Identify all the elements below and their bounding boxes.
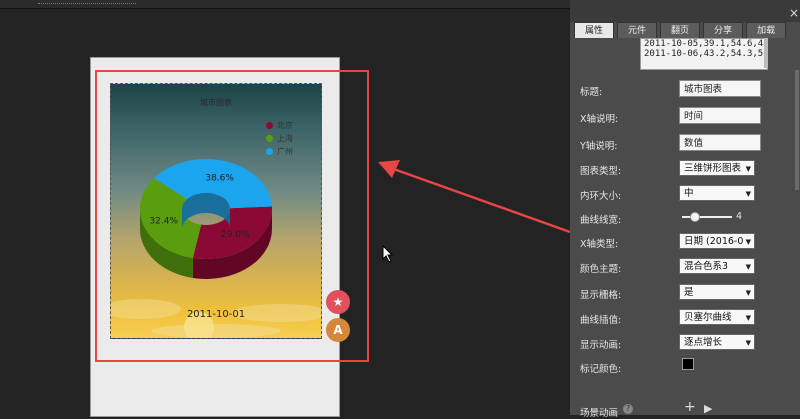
- chart-type-select[interactable]: 三维饼形图表 ▼: [679, 160, 755, 176]
- ring-size-select[interactable]: 中 ▼: [679, 185, 755, 201]
- data-line: 2011-10-06,43.2,54.3,51.3: [644, 49, 768, 59]
- yaxis-caption-label: Y轴说明:: [580, 141, 618, 152]
- chevron-down-icon: ▼: [745, 165, 751, 173]
- chevron-down-icon: ▼: [745, 314, 751, 322]
- xaxis-caption-input[interactable]: 时间: [679, 107, 761, 124]
- panel-tabs: 属性 元件 翻页 分享 加载: [574, 22, 789, 38]
- panel-scrollbar[interactable]: [795, 70, 799, 190]
- chevron-down-icon: ▼: [745, 190, 751, 198]
- show-grid-select[interactable]: 是 ▼: [679, 284, 755, 300]
- xaxis-type-select[interactable]: 日期 (2016-0 ▼: [679, 233, 755, 249]
- select-value: 日期 (2016-0: [684, 236, 744, 247]
- star-plus-icon: ★: [332, 295, 344, 309]
- show-anim-label: 显示动画:: [580, 340, 622, 351]
- chevron-down-icon: ▼: [745, 289, 751, 297]
- add-animation-icon[interactable]: +: [684, 399, 696, 415]
- annotation-arrow: [378, 160, 571, 234]
- chart-data-textarea[interactable]: 2011-10-05,39.1,54.6,44.2 2011-10-06,43.…: [640, 38, 768, 70]
- select-value: 中: [684, 188, 694, 199]
- title-label: 标题:: [580, 87, 603, 98]
- chevron-down-icon: ▼: [745, 339, 751, 347]
- text-plus-icon: A: [333, 323, 343, 337]
- color-theme-select[interactable]: 混合色系3 ▼: [679, 258, 755, 274]
- marker-color-label: 标记颜色:: [580, 364, 622, 375]
- yaxis-caption-input[interactable]: 数值: [679, 134, 761, 151]
- highlight-box-chart: [95, 70, 369, 362]
- tab-page-turn[interactable]: 翻页: [660, 22, 701, 38]
- tab-share[interactable]: 分享: [703, 22, 744, 38]
- title-input[interactable]: 城市图表: [679, 80, 761, 97]
- add-effect-button[interactable]: ★: [326, 290, 350, 314]
- ring-size-label: 内环大小:: [580, 191, 622, 202]
- select-value: 贝塞尔曲线: [684, 312, 732, 323]
- mouse-cursor-icon: [382, 245, 394, 263]
- textarea-scrollbar[interactable]: [764, 38, 768, 68]
- chevron-down-icon: ▼: [745, 263, 751, 271]
- curve-interp-label: 曲线插值:: [580, 315, 622, 326]
- show-anim-select[interactable]: 逐点增长 ▼: [679, 334, 755, 350]
- chevron-down-icon: ▼: [745, 238, 751, 246]
- close-icon[interactable]: ×: [789, 6, 799, 20]
- add-text-button[interactable]: A: [326, 318, 350, 342]
- panel-header: [570, 0, 800, 22]
- chart-type-label: 图表类型:: [580, 166, 622, 177]
- xaxis-type-label: X轴类型:: [580, 239, 619, 250]
- curve-interp-select[interactable]: 贝塞尔曲线 ▼: [679, 309, 755, 325]
- line-width-value: 4: [736, 211, 743, 222]
- line-width-label: 曲线线宽:: [580, 215, 622, 226]
- data-line: 2011-10-05,39.1,54.6,44.2: [644, 39, 768, 49]
- tab-components[interactable]: 元件: [617, 22, 658, 38]
- select-value: 混合色系3: [684, 261, 729, 272]
- show-grid-label: 显示栅格:: [580, 290, 622, 301]
- color-theme-label: 颜色主题:: [580, 264, 622, 275]
- help-icon[interactable]: ?: [623, 404, 633, 414]
- play-icon[interactable]: ▶: [704, 402, 712, 415]
- xaxis-caption-label: X轴说明:: [580, 114, 619, 125]
- select-value: 是: [684, 287, 694, 298]
- tab-properties[interactable]: 属性: [574, 22, 615, 38]
- tab-loading[interactable]: 加载: [746, 22, 787, 38]
- select-value: 逐点增长: [684, 337, 723, 348]
- scene-anim-label: 场景动画: [580, 408, 619, 419]
- marker-color-swatch[interactable]: [682, 358, 694, 370]
- line-width-slider-handle[interactable]: [689, 212, 700, 222]
- select-value: 三维饼形图表: [684, 163, 742, 174]
